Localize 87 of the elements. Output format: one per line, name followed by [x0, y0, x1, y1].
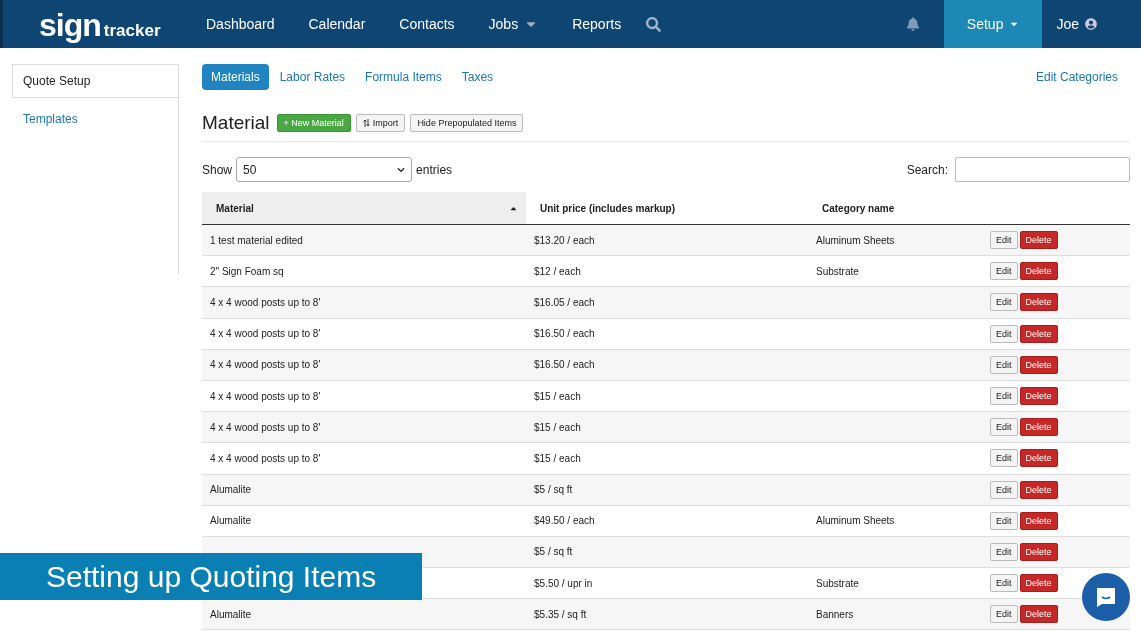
- table-cell: Substrate: [816, 265, 859, 277]
- show-label: Show: [202, 162, 233, 177]
- delete-button[interactable]: Delete: [1019, 355, 1058, 374]
- chat-icon: [1094, 585, 1118, 609]
- tab[interactable]: Labor Rates: [270, 64, 355, 90]
- table-cell: $13.20 / each: [534, 234, 595, 246]
- import-button[interactable]: Import: [355, 114, 406, 132]
- user-menu[interactable]: Joe: [1042, 0, 1111, 48]
- table-cell: 4 x 4 wood posts up to 8': [210, 421, 321, 433]
- bell-icon[interactable]: [905, 17, 920, 31]
- table-cell: Alumalite: [210, 608, 252, 620]
- table-cell: Alumalite: [210, 484, 252, 496]
- entries-select[interactable]: 50: [236, 157, 413, 182]
- table-cell: 1 test material edited: [210, 234, 303, 246]
- nav-item[interactable]: Reports: [555, 0, 639, 48]
- delete-button[interactable]: Delete: [1019, 605, 1058, 624]
- edit-button[interactable]: Edit: [990, 262, 1018, 281]
- table-cell: 4 x 4 wood posts up to 8': [210, 328, 321, 340]
- table-cell: $49.50 / each: [534, 515, 595, 527]
- delete-button[interactable]: Delete: [1019, 480, 1058, 499]
- column-header[interactable]: Material: [202, 192, 526, 224]
- entries-label: entries: [416, 162, 453, 177]
- table-cell: Substrate: [816, 577, 859, 589]
- table-cell: $15 / each: [534, 452, 581, 464]
- table-cell: $5 / sq ft: [534, 546, 573, 558]
- edit-button[interactable]: Edit: [990, 418, 1018, 437]
- table-cell: $12 / each: [534, 265, 581, 277]
- table-cell: $5.50 / upr in: [534, 577, 593, 589]
- table-cell: $16.05 / each: [534, 296, 595, 308]
- delete-button[interactable]: Delete: [1019, 511, 1058, 530]
- edit-button[interactable]: Edit: [990, 231, 1018, 250]
- column-header[interactable]: Category name: [808, 192, 988, 224]
- table-cell: $15 / each: [534, 421, 581, 433]
- nav-item[interactable]: Dashboard: [189, 0, 292, 48]
- nav-item[interactable]: Contacts: [382, 0, 472, 48]
- edit-button[interactable]: Edit: [990, 387, 1018, 406]
- arrows-icon: [362, 119, 370, 127]
- nav-item[interactable]: Calendar: [291, 0, 383, 48]
- edit-button[interactable]: Edit: [990, 574, 1018, 593]
- logo[interactable]: sign tracker: [39, 0, 189, 48]
- table-cell: $15 / each: [534, 390, 581, 402]
- table-cell: Alumalite: [210, 515, 252, 527]
- nav-item[interactable]: Jobs: [471, 0, 556, 48]
- hide-items-button[interactable]: Hide Prepopulated Items: [410, 114, 524, 132]
- table-cell: 4 x 4 wood posts up to 8': [210, 296, 321, 308]
- table-cell: 4 x 4 wood posts up to 8': [210, 359, 321, 371]
- table-cell: Banners: [816, 608, 854, 620]
- delete-button[interactable]: Delete: [1019, 262, 1058, 281]
- delete-button[interactable]: Delete: [1019, 542, 1058, 561]
- sidebar-item[interactable]: Quote Setup: [12, 64, 178, 98]
- edit-button[interactable]: Edit: [990, 293, 1018, 312]
- delete-button[interactable]: Delete: [1019, 324, 1058, 343]
- tab[interactable]: Formula Items: [356, 64, 451, 90]
- chevron-icon: [397, 165, 406, 174]
- search-field[interactable]: [955, 157, 1130, 182]
- edit-button[interactable]: Edit: [990, 605, 1018, 624]
- column-header[interactable]: Unit price (includes markup): [526, 192, 808, 224]
- table-cell: $16.50 / each: [534, 359, 595, 371]
- video-caption: Setting up Quoting Items: [0, 553, 422, 600]
- delete-button[interactable]: Delete: [1019, 231, 1058, 250]
- table-cell: 4 x 4 wood posts up to 8': [210, 390, 321, 402]
- edit-categories-link[interactable]: Edit Categories: [1035, 70, 1130, 84]
- delete-button[interactable]: Delete: [1019, 387, 1058, 406]
- delete-button[interactable]: Delete: [1019, 418, 1058, 437]
- table-cell: Aluminum Sheets: [816, 515, 895, 527]
- search-label: Search:: [906, 162, 948, 177]
- delete-button[interactable]: Delete: [1019, 449, 1058, 468]
- user-icon: [1085, 18, 1097, 30]
- table-cell: $16.50 / each: [534, 328, 595, 340]
- section-heading: Material: [202, 112, 270, 134]
- edit-button[interactable]: Edit: [990, 480, 1018, 499]
- edit-button[interactable]: Edit: [990, 324, 1018, 343]
- search-icon[interactable]: [646, 16, 662, 32]
- delete-button[interactable]: Delete: [1019, 293, 1058, 312]
- setup-menu[interactable]: Setup: [943, 0, 1043, 48]
- tab[interactable]: Materials: [202, 64, 269, 90]
- edit-button[interactable]: Edit: [990, 542, 1018, 561]
- delete-button[interactable]: Delete: [1019, 574, 1058, 593]
- edit-button[interactable]: Edit: [990, 511, 1018, 530]
- table-cell: $5 / sq ft: [534, 484, 573, 496]
- edit-button[interactable]: Edit: [990, 355, 1018, 374]
- tab[interactable]: Taxes: [452, 64, 503, 90]
- table-cell: Aluminum Sheets: [816, 234, 895, 246]
- table-cell: 2" Sign Foam sq: [210, 265, 284, 277]
- table-cell: $5.35 / sq ft: [534, 608, 587, 620]
- table-cell: 4 x 4 wood posts up to 8': [210, 452, 321, 464]
- edit-button[interactable]: Edit: [990, 449, 1018, 468]
